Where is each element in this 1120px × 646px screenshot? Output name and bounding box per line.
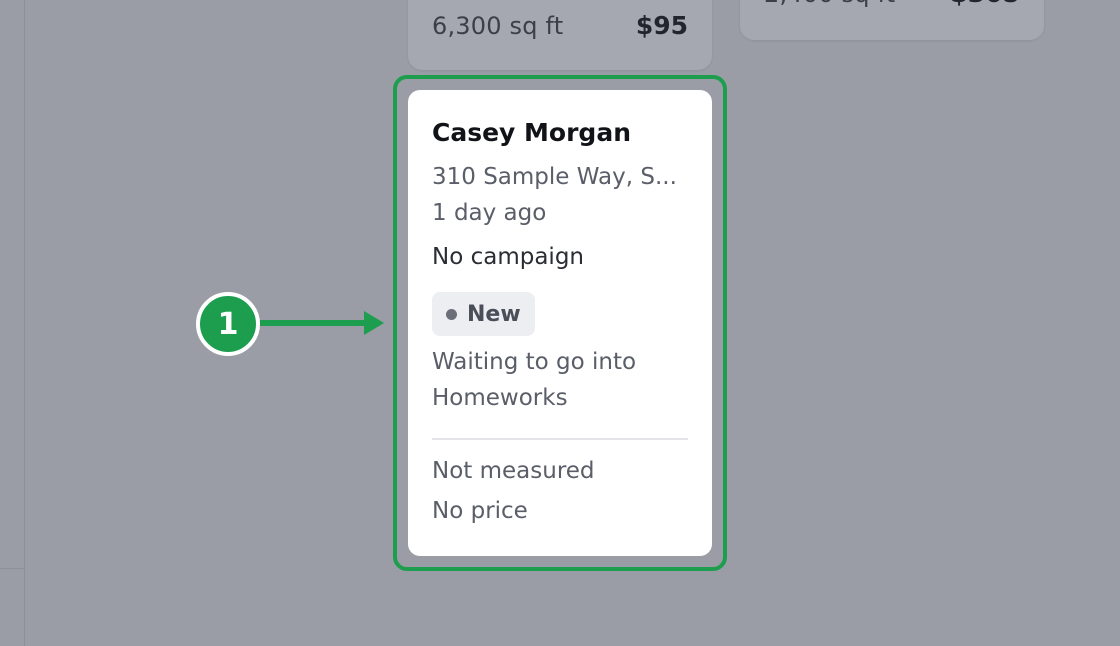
- status-dot-icon: [446, 308, 457, 320]
- lead-card-above-2[interactable]: 2,400 sq ft $305: [740, 0, 1044, 40]
- lead-note: Waiting to go into Homeworks: [432, 349, 637, 411]
- arrow-line: [260, 320, 366, 326]
- card-divider: [432, 438, 688, 440]
- lead-card-above-1[interactable]: 6,300 sq ft $95: [408, 0, 712, 70]
- lead-campaign: No campaign: [432, 244, 584, 270]
- card-sqft: 2,400 sq ft: [764, 0, 895, 8]
- page: 6,300 sq ft $95 2,400 sq ft $305 Casey M…: [0, 0, 1120, 646]
- lead-price: No price: [432, 498, 528, 524]
- card-price: $305: [950, 0, 1020, 8]
- arrow-right-icon: [364, 311, 384, 335]
- lead-address: 310 Sample Way, S...: [432, 164, 677, 190]
- status-badge: New: [432, 292, 535, 336]
- lead-measurement: Not measured: [432, 458, 595, 484]
- lead-name: Casey Morgan: [432, 118, 631, 147]
- lead-card[interactable]: Casey Morgan 310 Sample Way, S... 1 day …: [408, 90, 712, 556]
- sidebar-divider: [24, 0, 25, 646]
- card-sqft: 6,300 sq ft: [432, 12, 564, 40]
- sidebar-divider-stub: [0, 568, 24, 569]
- status-label: New: [467, 301, 521, 327]
- card-price: $95: [635, 11, 688, 40]
- callout-badge: 1: [196, 292, 260, 356]
- lead-time-ago: 1 day ago: [432, 200, 547, 226]
